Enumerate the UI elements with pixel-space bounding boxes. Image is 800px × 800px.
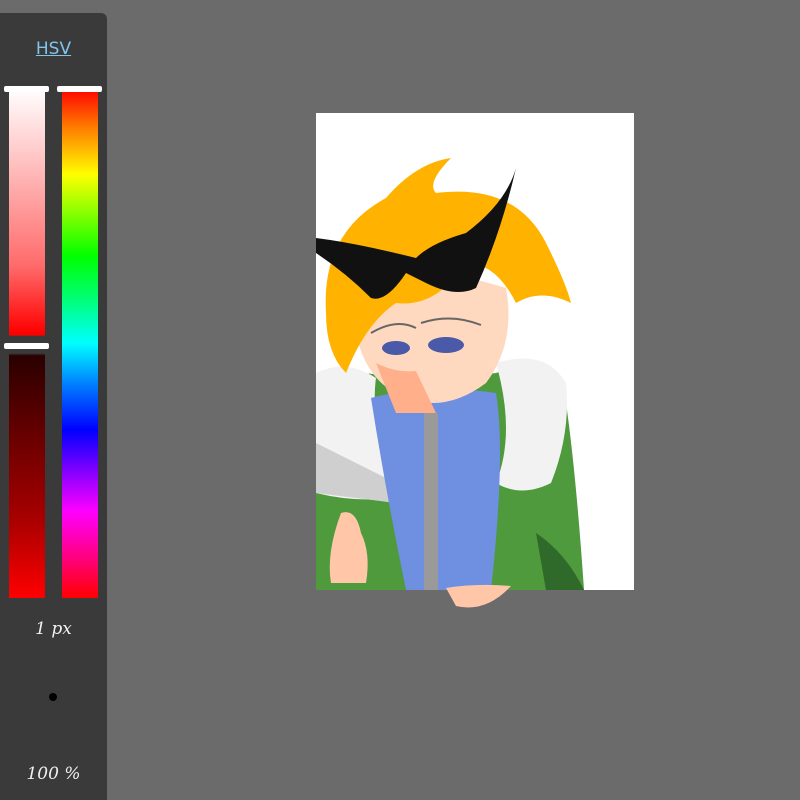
right-hand (446, 584, 511, 608)
hue-thumb[interactable] (57, 86, 102, 92)
hue-slider[interactable] (62, 88, 98, 598)
value-thumb[interactable] (4, 343, 49, 349)
tool-sidebar: HSV 1 px 100 % (0, 13, 107, 800)
left-eye (382, 341, 410, 355)
brush-dot-icon (49, 693, 57, 701)
saturation-thumb[interactable] (4, 86, 49, 92)
opacity-label[interactable]: 100 % (0, 764, 107, 784)
color-mode-toggle[interactable]: HSV (0, 39, 107, 59)
drawing-canvas[interactable] (316, 113, 634, 608)
canvas-artwork (316, 158, 584, 608)
right-eye (428, 337, 464, 353)
brush-size-label[interactable]: 1 px (0, 619, 107, 639)
